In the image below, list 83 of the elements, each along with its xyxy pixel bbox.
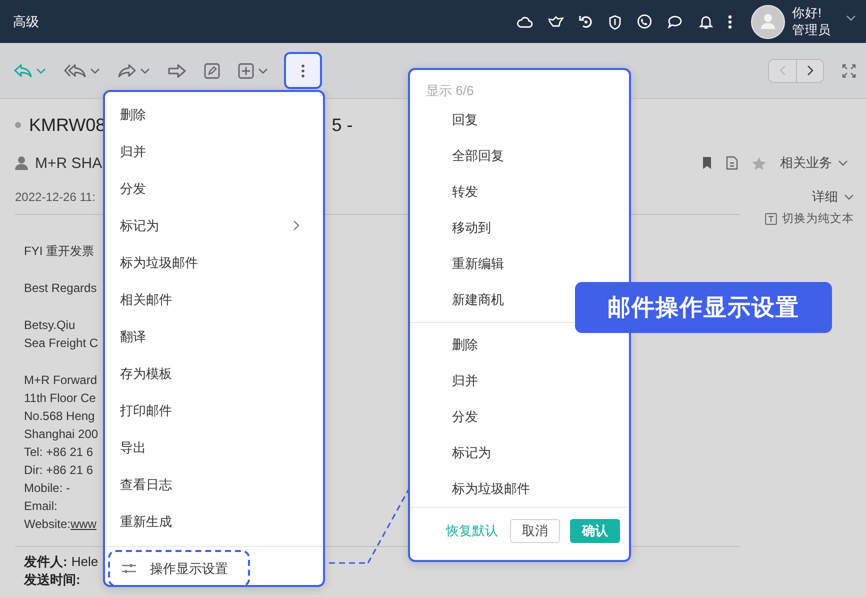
subject-text: 5 - bbox=[332, 114, 353, 136]
body-line: FYI 重开发票 bbox=[24, 243, 94, 260]
chevron-right-icon bbox=[293, 220, 300, 231]
page-title: 高级 bbox=[13, 12, 39, 30]
more-icon[interactable] bbox=[728, 14, 732, 28]
field-value: Hele bbox=[71, 553, 98, 571]
menu-item[interactable]: 分发 bbox=[105, 170, 323, 207]
action-item[interactable]: 回复 bbox=[410, 102, 629, 138]
display-settings-item[interactable]: 操作显示设置 bbox=[108, 550, 250, 587]
subject-text: KMRW08 bbox=[29, 114, 106, 136]
action-item[interactable]: 移动到 bbox=[410, 210, 629, 246]
add-icon bbox=[238, 62, 254, 78]
menu-item[interactable]: 相关邮件 bbox=[105, 281, 323, 318]
body-line: 11th Floor Ce bbox=[24, 390, 96, 407]
menu-item[interactable]: 打印邮件 bbox=[105, 392, 323, 429]
shield-icon[interactable] bbox=[608, 14, 622, 30]
body-line: Tel: +86 21 6 bbox=[24, 444, 94, 461]
user-name: 管理员 bbox=[792, 22, 831, 38]
bookmark-icon[interactable] bbox=[702, 156, 712, 170]
action-item[interactable]: 全部回复 bbox=[410, 138, 629, 174]
action-item[interactable]: 归并 bbox=[410, 363, 629, 399]
mail-date: 2022-12-26 11: bbox=[15, 190, 96, 204]
avatar[interactable] bbox=[751, 4, 785, 38]
star-icon[interactable] bbox=[752, 156, 766, 170]
edit-icon bbox=[204, 62, 220, 78]
reply-icon bbox=[14, 64, 32, 78]
cancel-button[interactable]: 取消 bbox=[510, 518, 560, 542]
field-label: 发件人: bbox=[24, 553, 68, 571]
cloud-icon[interactable] bbox=[517, 14, 533, 28]
forward-icon bbox=[118, 64, 136, 78]
website-link[interactable]: www bbox=[70, 515, 96, 533]
status-dot bbox=[15, 122, 21, 128]
menu-item[interactable]: 翻译 bbox=[105, 318, 323, 355]
chevron-down-icon bbox=[844, 194, 854, 200]
sender-name: M+R SHA bbox=[35, 154, 102, 172]
body-line: M+R Forward bbox=[24, 372, 98, 389]
body-line: No.568 Heng bbox=[24, 408, 95, 425]
document-icon[interactable] bbox=[726, 156, 738, 170]
chevron-down-icon[interactable] bbox=[846, 14, 856, 20]
greeting: 你好! bbox=[792, 4, 822, 22]
related-business-dropdown[interactable]: 相关业务 bbox=[780, 154, 848, 172]
callout-tooltip: 邮件操作显示设置 bbox=[575, 282, 832, 333]
chevron-right-icon bbox=[806, 65, 814, 76]
menu-item[interactable]: 查看日志 bbox=[105, 466, 323, 503]
field-label: 发送时间: bbox=[24, 571, 80, 589]
panel-header: 显示 6/6 bbox=[425, 82, 475, 100]
action-item[interactable]: 标为垃圾邮件 bbox=[410, 471, 629, 507]
phone-icon[interactable] bbox=[637, 14, 652, 29]
action-item[interactable]: 分发 bbox=[410, 399, 629, 435]
sliders-icon bbox=[122, 563, 136, 574]
body-line: Betsy.Qiu bbox=[24, 317, 76, 334]
chat-icon[interactable] bbox=[667, 14, 684, 28]
person-icon bbox=[15, 156, 28, 170]
body-line: Sea Freight C bbox=[24, 335, 98, 352]
plain-text-toggle[interactable]: 切换为纯文本 bbox=[765, 211, 854, 226]
body-line: Mobile: - bbox=[24, 480, 70, 497]
menu-item[interactable]: 标记为 bbox=[105, 207, 323, 244]
menu-item[interactable]: 存为模板 bbox=[105, 355, 323, 392]
menu-item[interactable]: 标为垃圾邮件 bbox=[105, 244, 323, 281]
menu-item[interactable]: 删除 bbox=[105, 96, 323, 133]
action-item[interactable]: 重新编辑 bbox=[410, 246, 629, 282]
action-item[interactable]: 转发 bbox=[410, 174, 629, 210]
reply-all-icon bbox=[64, 64, 86, 78]
more-icon bbox=[301, 64, 305, 78]
refresh-icon[interactable] bbox=[579, 14, 593, 29]
body-line: Email: bbox=[24, 498, 58, 515]
fullscreen-icon[interactable] bbox=[842, 64, 856, 78]
arrow-right-icon bbox=[168, 64, 186, 78]
menu-item[interactable]: 重新生成 bbox=[105, 503, 323, 540]
bell-icon[interactable] bbox=[699, 14, 713, 30]
body-line: Best Regards bbox=[24, 280, 97, 297]
more-button[interactable] bbox=[284, 52, 322, 89]
chevron-down-icon bbox=[838, 160, 848, 166]
body-line: Shanghai 200 bbox=[24, 426, 98, 443]
text-icon bbox=[765, 212, 777, 224]
action-item[interactable]: 标记为 bbox=[410, 435, 629, 471]
next-button[interactable] bbox=[796, 60, 823, 82]
body-line: Dir: +86 21 6 bbox=[24, 462, 94, 479]
menu-item[interactable]: 归并 bbox=[105, 133, 323, 170]
menu-item[interactable]: 导出 bbox=[105, 429, 323, 466]
details-dropdown[interactable]: 详细 bbox=[812, 188, 854, 206]
chevron-left-icon bbox=[779, 65, 786, 76]
body-line: Website: bbox=[24, 516, 70, 533]
